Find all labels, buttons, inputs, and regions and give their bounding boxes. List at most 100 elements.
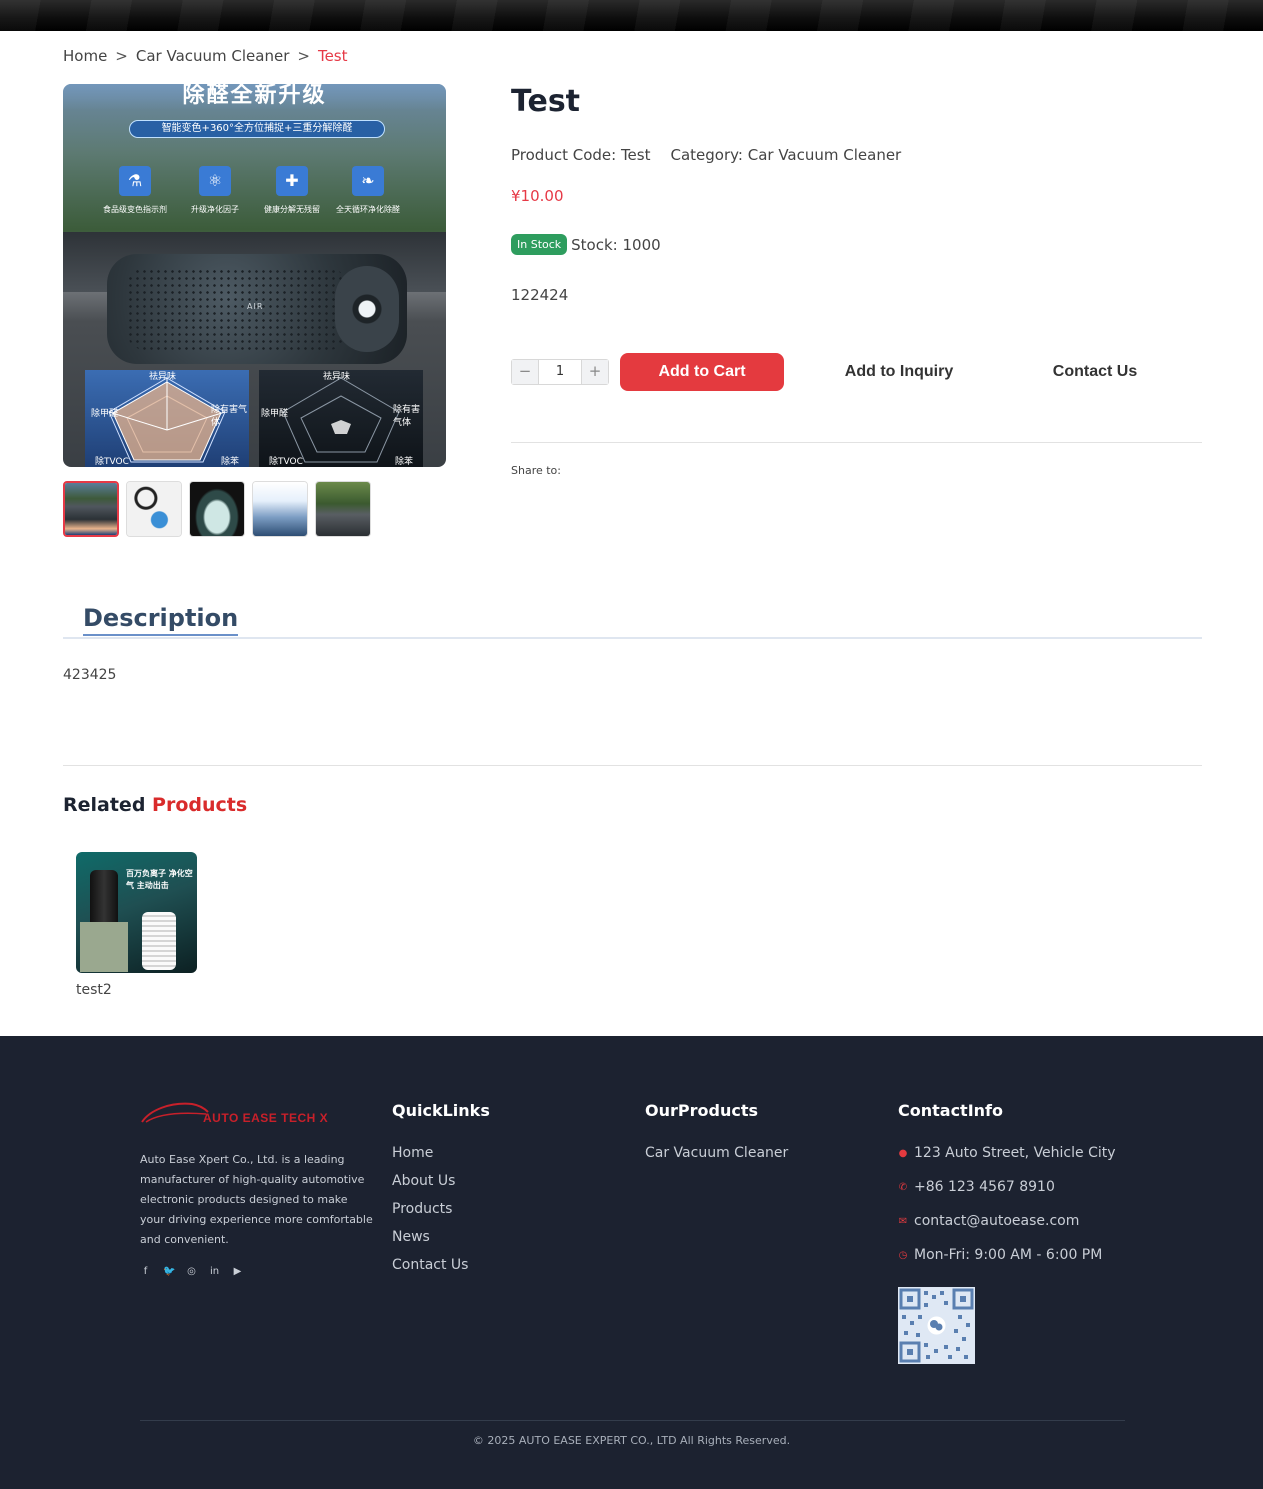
ourproducts-list: Car Vacuum Cleaner bbox=[645, 1144, 788, 1163]
image-banner: 智能变色+360°全方位捕捉+三重分解除醛 bbox=[129, 120, 385, 138]
stock-row: In Stock Stock: 1000 bbox=[511, 234, 661, 255]
device-cap bbox=[335, 266, 399, 352]
stock-count: Stock: 1000 bbox=[571, 235, 661, 254]
purifier-white-unit bbox=[142, 912, 176, 970]
feature-label: 升级净化因子 bbox=[191, 205, 239, 214]
contact-address: ● 123 Auto Street, Vehicle City bbox=[898, 1144, 1116, 1163]
feature-label: 食品级变色指示剂 bbox=[103, 205, 167, 214]
radar-label: 除甲醛 bbox=[91, 409, 119, 419]
twitter-icon[interactable]: 🐦 bbox=[163, 1266, 175, 1277]
product-code: Product Code: Test bbox=[511, 146, 651, 164]
logo-text-value: AUTO EASE TECH X bbox=[203, 1111, 329, 1125]
address-text: 123 Auto Street, Vehicle City bbox=[914, 1145, 1116, 1161]
related-product-name[interactable]: test2 bbox=[76, 982, 197, 998]
related-image-text: 百万负离子 净化空气 主动出击 bbox=[126, 869, 193, 890]
purifier-device: AIR bbox=[107, 254, 407, 364]
footer-link-home[interactable]: Home bbox=[392, 1144, 468, 1163]
breadcrumb-category[interactable]: Car Vacuum Cleaner bbox=[136, 47, 290, 65]
top-banner bbox=[0, 0, 1263, 31]
quicklinks-title: QuickLinks bbox=[392, 1101, 490, 1120]
copyright: © 2025 AUTO EASE EXPERT CO., LTD All Rig… bbox=[472, 1434, 791, 1447]
ourproducts-title: OurProducts bbox=[645, 1101, 758, 1120]
thumbnail-product-poster[interactable] bbox=[252, 481, 308, 537]
quantity-input[interactable]: 1 bbox=[538, 360, 582, 384]
decrement-button[interactable]: − bbox=[512, 360, 538, 384]
footer-logo[interactable]: AUTO EASE TECH X bbox=[140, 1098, 335, 1128]
molecule-icon: ⚛ bbox=[199, 166, 231, 196]
instagram-icon[interactable]: ◎ bbox=[186, 1266, 197, 1277]
divider bbox=[511, 442, 1202, 443]
contact-hours: ◷ Mon-Fri: 9:00 AM - 6:00 PM bbox=[898, 1246, 1116, 1265]
indicator-icon: ⚗ bbox=[119, 166, 151, 196]
stock-badge: In Stock bbox=[511, 234, 568, 255]
footer-divider bbox=[140, 1420, 1125, 1421]
tab-description[interactable]: Description bbox=[83, 604, 239, 636]
contact-email: ✉ contact@autoease.com bbox=[898, 1212, 1116, 1231]
footer-link-products[interactable]: Products bbox=[392, 1200, 468, 1219]
email-text[interactable]: contact@autoease.com bbox=[914, 1212, 1079, 1231]
product-category: Category: Car Vacuum Cleaner bbox=[670, 146, 902, 164]
product-title: Test bbox=[511, 84, 581, 119]
divider bbox=[63, 765, 1202, 766]
footer-link-car-vacuum[interactable]: Car Vacuum Cleaner bbox=[645, 1144, 788, 1163]
breadcrumb: Home > Car Vacuum Cleaner > Test bbox=[63, 47, 348, 65]
company-about: Auto Ease Xpert Co., Ltd. is a leading m… bbox=[140, 1153, 373, 1246]
radar-chart-left: 祛异味 除甲醛 除有害气体 除TVOC 除苯 bbox=[85, 370, 249, 467]
tab-underline bbox=[63, 637, 1202, 639]
product-meta: Product Code: Test Category: Car Vacuum … bbox=[511, 146, 901, 164]
add-to-inquiry-button[interactable]: Add to Inquiry bbox=[815, 353, 983, 391]
thumbnail-air-purifier[interactable] bbox=[63, 481, 119, 537]
related-title-plain: Related bbox=[63, 794, 146, 816]
leaf-icon: ❧ bbox=[352, 166, 384, 196]
radar-label: 除TVOC bbox=[269, 457, 303, 467]
radar-label: 除TVOC bbox=[95, 457, 129, 467]
thumbnail-car-road[interactable] bbox=[315, 481, 371, 537]
radar-label: 除苯 bbox=[221, 457, 240, 467]
related-product-image[interactable]: 百万负离子 净化空气 主动出击 bbox=[76, 852, 197, 973]
phone-icon: ✆ bbox=[898, 1182, 908, 1193]
breadcrumb-current: Test bbox=[317, 47, 348, 65]
contactinfo-title: ContactInfo bbox=[898, 1101, 1003, 1120]
contact-phone: ✆ +86 123 4567 8910 bbox=[898, 1178, 1116, 1197]
feature-label: 健康分解无残留 bbox=[264, 205, 320, 214]
quicklinks-list: Home About Us Products News Contact Us bbox=[392, 1144, 468, 1275]
breadcrumb-separator: > bbox=[115, 47, 128, 65]
footer-link-contact[interactable]: Contact Us bbox=[392, 1256, 468, 1275]
logo-text: AUTO EASE TECH X bbox=[203, 1111, 328, 1125]
breadcrumb-home[interactable]: Home bbox=[63, 47, 107, 65]
car-logo-icon bbox=[141, 1102, 209, 1123]
image-caption: 除醛全新升级 bbox=[63, 84, 446, 110]
thumbnail-strip bbox=[63, 481, 371, 537]
wechat-qr-code bbox=[898, 1287, 975, 1364]
quantity-stepper: − 1 + bbox=[511, 359, 609, 385]
social-links: f 🐦 ◎ in ▶ bbox=[140, 1266, 243, 1277]
product-main-image[interactable]: 除醛全新升级 智能变色+360°全方位捕捉+三重分解除醛 ⚗ ⚛ ✚ ❧ 食品级… bbox=[63, 84, 446, 467]
footer-link-news[interactable]: News bbox=[392, 1228, 468, 1247]
thumbnail-inflator-gun[interactable] bbox=[126, 481, 182, 537]
radar-label: 除有害气体 bbox=[211, 405, 248, 428]
feature-label: 全天循环净化除醛 bbox=[336, 205, 400, 214]
location-pin-icon: ● bbox=[898, 1148, 908, 1159]
related-product-card[interactable]: 百万负离子 净化空气 主动出击 test2 bbox=[76, 852, 197, 998]
hours-text: Mon-Fri: 9:00 AM - 6:00 PM bbox=[914, 1247, 1103, 1263]
thumbnail-purifier-box[interactable] bbox=[189, 481, 245, 537]
radar-label: 除甲醛 bbox=[261, 409, 289, 419]
facebook-icon[interactable]: f bbox=[140, 1266, 151, 1277]
share-label: Share to: bbox=[511, 464, 561, 477]
radar-label: 祛异味 bbox=[149, 372, 177, 382]
description-body: 423425 bbox=[63, 667, 117, 683]
shield-plus-icon: ✚ bbox=[276, 166, 308, 196]
linkedin-icon[interactable]: in bbox=[209, 1266, 220, 1277]
clock-icon: ◷ bbox=[898, 1250, 908, 1261]
contact-info-list: ● 123 Auto Street, Vehicle City ✆ +86 12… bbox=[898, 1144, 1116, 1265]
envelope-icon: ✉ bbox=[898, 1216, 908, 1227]
contact-us-button[interactable]: Contact Us bbox=[1011, 353, 1179, 391]
increment-button[interactable]: + bbox=[582, 360, 608, 384]
radar-chart-right: 祛异味 除甲醛 除有害气体 除TVOC 除苯 bbox=[259, 370, 423, 467]
youtube-icon[interactable]: ▶ bbox=[232, 1266, 243, 1277]
footer-link-about[interactable]: About Us bbox=[392, 1172, 468, 1191]
radar-label: 除有害气体 bbox=[393, 405, 421, 428]
related-products-title: Related Products bbox=[63, 794, 247, 816]
phone-text[interactable]: +86 123 4567 8910 bbox=[914, 1178, 1055, 1197]
add-to-cart-button[interactable]: Add to Cart bbox=[620, 353, 784, 391]
